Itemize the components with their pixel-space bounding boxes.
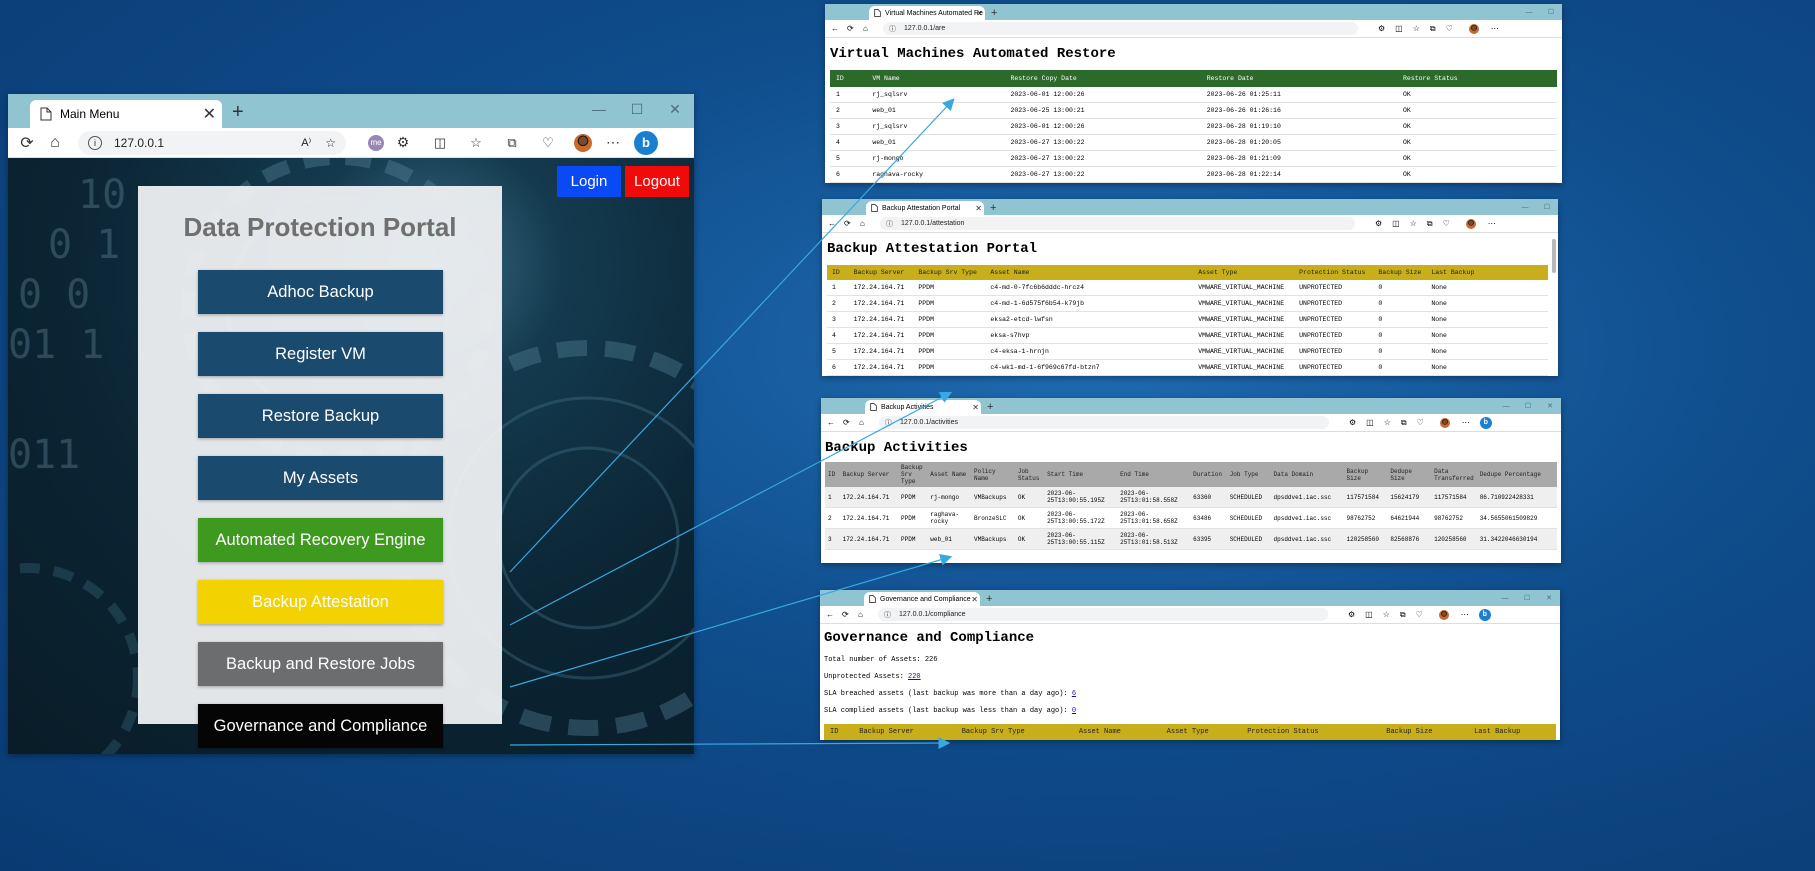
arrow-to-are bbox=[509, 98, 955, 573]
connector-arrows bbox=[509, 98, 955, 750]
arrow-to-attestation bbox=[509, 391, 953, 626]
arrow-to-activities bbox=[509, 553, 953, 688]
arrow-to-governance bbox=[509, 737, 951, 750]
